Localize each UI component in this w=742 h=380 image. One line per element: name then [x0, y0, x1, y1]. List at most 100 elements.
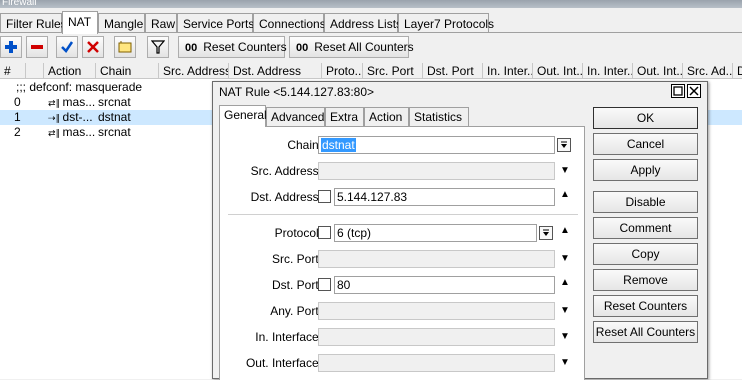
window-title: Firewall — [2, 0, 37, 8]
expand-down-icon[interactable]: ▼ — [559, 253, 571, 265]
col-dst-address-list[interactable]: D — [733, 63, 742, 79]
tab-statistics[interactable]: Statistics — [409, 107, 469, 126]
out-interface-field[interactable] — [318, 354, 555, 372]
tab-nat[interactable]: NAT — [62, 11, 98, 34]
expand-down-icon[interactable]: ▼ — [559, 305, 571, 317]
row-action: ⇄∥ mas... — [44, 125, 96, 139]
src-address-field[interactable] — [318, 162, 555, 180]
protocol-negate-checkbox[interactable] — [318, 226, 331, 239]
tab-service-ports[interactable]: Service Ports — [177, 13, 254, 33]
col-num[interactable]: # — [0, 63, 26, 79]
general-panel: Chain: dstnat Src. Address: ▼ Dst. Addre… — [219, 126, 585, 380]
col-action[interactable]: Action — [44, 63, 96, 79]
x-icon — [87, 41, 99, 53]
in-interface-label: In. Interface: — [255, 330, 322, 344]
row-num: 2 — [14, 125, 21, 139]
tab-address-lists[interactable]: Address Lists — [324, 13, 402, 33]
dst-address-negate-checkbox[interactable] — [318, 190, 331, 203]
dialog-reset-counters-button[interactable]: Reset Counters — [593, 295, 698, 317]
protocol-select[interactable]: 6 (tcp) — [334, 224, 537, 242]
reset-counters-label: Reset Counters — [203, 40, 287, 54]
col-dst-port[interactable]: Dst. Port — [423, 63, 483, 79]
reset-counters-button[interactable]: 00 Reset Counters — [178, 36, 287, 58]
add-button[interactable] — [0, 36, 22, 58]
col-flags[interactable] — [26, 63, 44, 79]
comment-rule-button[interactable]: Comment — [593, 217, 698, 239]
protocol-label: Protocol: — [274, 226, 322, 240]
maximize-icon — [673, 86, 683, 96]
col-out-interface-list[interactable]: Out. Int... — [633, 63, 683, 79]
enable-button[interactable] — [56, 36, 78, 58]
filter-button[interactable] — [147, 36, 169, 58]
chain-dropdown-button[interactable] — [557, 138, 571, 152]
collapse-up-icon[interactable]: ▲ — [559, 225, 571, 237]
tab-action[interactable]: Action — [364, 107, 409, 126]
ok-button[interactable]: OK — [593, 107, 698, 129]
chain-select[interactable]: dstnat — [318, 136, 555, 154]
tab-filter-rules[interactable]: Filter Rules — [0, 13, 67, 33]
counter-icon: 00 — [296, 42, 309, 54]
any-port-field[interactable] — [318, 302, 555, 320]
collapse-up-icon[interactable]: ▲ — [559, 189, 571, 201]
filter-icon — [151, 40, 165, 54]
col-in-interface[interactable]: In. Inter... — [483, 63, 533, 79]
apply-button[interactable]: Apply — [593, 159, 698, 181]
dst-address-label: Dst. Address: — [250, 190, 322, 204]
row-chain: srcnat — [98, 125, 131, 139]
chain-label: Chain: — [287, 138, 322, 152]
counter-icon: 00 — [185, 42, 198, 54]
copy-button[interactable]: Copy — [593, 243, 698, 265]
col-dst-address[interactable]: Dst. Address — [229, 63, 322, 79]
check-icon — [61, 41, 74, 53]
tab-mangle[interactable]: Mangle — [98, 13, 145, 33]
tab-connections[interactable]: Connections — [253, 13, 326, 33]
dst-address-field[interactable]: 5.144.127.83 — [334, 188, 555, 206]
tab-advanced[interactable]: Advanced — [266, 107, 325, 126]
close-button[interactable] — [687, 84, 701, 98]
in-interface-field[interactable] — [318, 328, 555, 346]
tab-divider — [0, 32, 742, 33]
src-port-field[interactable] — [318, 250, 555, 268]
dstnat-icon: ⇢∥ — [48, 113, 63, 123]
row-chain: dstnat — [98, 110, 131, 124]
cancel-button[interactable]: Cancel — [593, 133, 698, 155]
collapse-up-icon[interactable]: ▲ — [559, 277, 571, 289]
protocol-dropdown-button[interactable] — [539, 226, 553, 240]
row-action: ⇢∥ dst-... — [44, 110, 96, 124]
row-action-text: mas... — [62, 125, 96, 139]
tab-general[interactable]: General — [219, 105, 267, 127]
dst-port-negate-checkbox[interactable] — [318, 278, 331, 291]
disable-rule-button[interactable]: Disable — [593, 191, 698, 213]
col-out-interface[interactable]: Out. Int... — [533, 63, 583, 79]
table-header: # Action Chain Src. Address Dst. Address… — [0, 63, 742, 79]
dst-port-label: Dst. Port: — [271, 278, 322, 292]
col-in-interface-list[interactable]: In. Inter... — [583, 63, 633, 79]
comment-button[interactable] — [114, 36, 136, 58]
col-chain[interactable]: Chain — [96, 63, 159, 79]
reset-all-counters-button[interactable]: 00 Reset All Counters — [289, 36, 414, 58]
tab-extra[interactable]: Extra — [325, 107, 364, 126]
reset-all-counters-label: Reset All Counters — [314, 40, 414, 54]
toolbar: 00 Reset Counters 00 Reset All Counters — [0, 35, 742, 61]
remove-button[interactable] — [26, 36, 48, 58]
expand-down-icon[interactable]: ▼ — [559, 331, 571, 343]
masquerade-icon: ⇄∥ — [48, 128, 63, 138]
col-src-port[interactable]: Src. Port — [363, 63, 423, 79]
col-src-address-list[interactable]: Src. Ad... — [683, 63, 733, 79]
close-icon — [689, 86, 699, 96]
dst-port-field[interactable]: 80 — [334, 276, 555, 294]
col-src-address[interactable]: Src. Address — [159, 63, 229, 79]
any-port-label: Any. Port: — [270, 304, 322, 318]
disable-button[interactable] — [82, 36, 104, 58]
expand-down-icon[interactable]: ▼ — [559, 165, 571, 177]
expand-down-icon[interactable]: ▼ — [559, 357, 571, 369]
row-action-text: mas... — [62, 95, 96, 109]
row-chain: srcnat — [98, 95, 131, 109]
tab-raw[interactable]: Raw — [145, 13, 177, 33]
col-protocol[interactable]: Proto... — [322, 63, 363, 79]
remove-rule-button[interactable]: Remove — [593, 269, 698, 291]
maximize-button[interactable] — [671, 84, 685, 98]
tab-layer7-protocols[interactable]: Layer7 Protocols — [398, 13, 494, 33]
dialog-reset-all-counters-button[interactable]: Reset All Counters — [593, 321, 698, 343]
row-num: 1 — [14, 110, 21, 124]
